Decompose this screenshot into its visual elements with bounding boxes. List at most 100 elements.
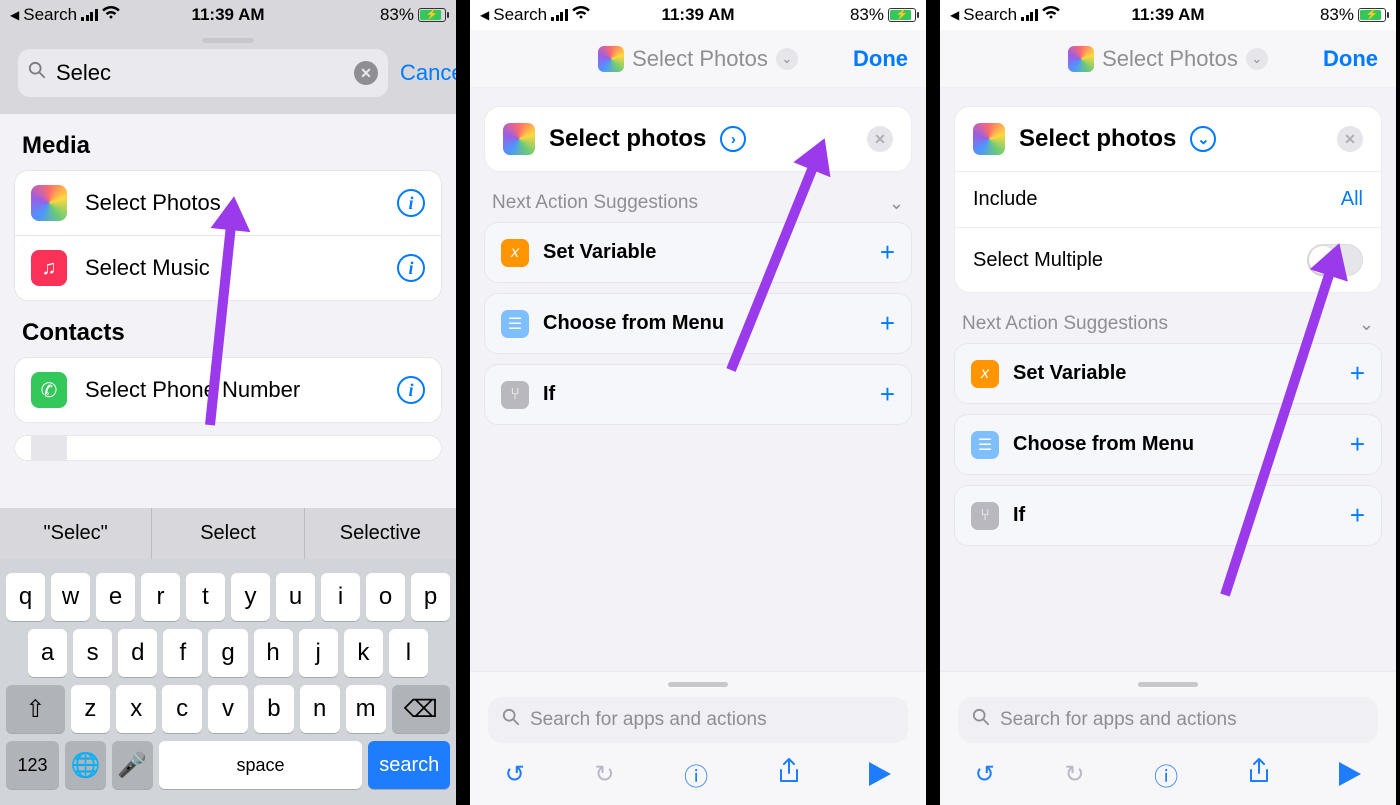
photos-app-icon <box>1068 46 1094 72</box>
key-y[interactable]: y <box>231 573 270 621</box>
add-icon[interactable]: + <box>880 308 895 339</box>
emoji-key[interactable]: 🌐 <box>65 741 106 789</box>
action-block-select-photos[interactable]: Select photos › ✕ <box>485 107 911 171</box>
key-p[interactable]: p <box>411 573 450 621</box>
done-button[interactable]: Done <box>1323 46 1378 72</box>
remove-action-icon[interactable]: ✕ <box>1337 126 1363 152</box>
key-b[interactable]: b <box>254 685 294 733</box>
info-icon[interactable]: i <box>397 376 425 404</box>
backspace-key[interactable]: ⌫ <box>392 685 451 733</box>
next-action-suggestions-header[interactable]: Next Action Suggestions ⌄ <box>484 192 912 222</box>
key-i[interactable]: i <box>321 573 360 621</box>
dictation-key[interactable]: 🎤 <box>112 741 153 789</box>
back-triangle-icon[interactable]: ◀ <box>10 8 19 22</box>
option-select-multiple[interactable]: Select Multiple <box>955 227 1381 292</box>
key-m[interactable]: m <box>346 685 386 733</box>
result-select-music[interactable]: ♫ Select Music i <box>15 235 441 300</box>
suggestion-choose-from-menu[interactable]: ☰ Choose from Menu + <box>954 414 1382 475</box>
kb-suggestion[interactable]: "Selec" <box>0 508 152 559</box>
shortcut-title[interactable]: Select Photos ⌄ <box>598 46 798 72</box>
key-h[interactable]: h <box>254 629 293 677</box>
status-bar: ◀ Search 11:39 AM 83% ⚡ <box>940 0 1396 30</box>
key-s[interactable]: s <box>73 629 112 677</box>
key-f[interactable]: f <box>163 629 202 677</box>
result-select-photos[interactable]: Select Photos i <box>15 171 441 235</box>
action-block-select-photos[interactable]: Select photos ⌄ ✕ <box>955 107 1381 171</box>
key-l[interactable]: l <box>389 629 428 677</box>
chevron-down-icon[interactable]: ⌄ <box>776 48 798 70</box>
collapse-action-icon[interactable]: ⌄ <box>1190 126 1216 152</box>
select-multiple-toggle[interactable] <box>1307 244 1363 276</box>
key-v[interactable]: v <box>208 685 248 733</box>
suggestion-if[interactable]: ⑂ If + <box>954 485 1382 546</box>
photos-app-icon <box>598 46 624 72</box>
key-o[interactable]: o <box>366 573 405 621</box>
space-key[interactable]: space <box>159 741 363 789</box>
shortcut-title[interactable]: Select Photos ⌄ <box>1068 46 1268 72</box>
kb-suggestion[interactable]: Select <box>152 508 304 559</box>
shift-key[interactable]: ⇧ <box>6 685 65 733</box>
cellular-icon <box>551 9 568 21</box>
key-g[interactable]: g <box>208 629 247 677</box>
key-x[interactable]: x <box>116 685 156 733</box>
key-t[interactable]: t <box>186 573 225 621</box>
back-app-label[interactable]: Search <box>963 5 1017 25</box>
sheet-grabber[interactable] <box>202 38 254 43</box>
info-button[interactable]: ⓘ <box>1154 757 1178 792</box>
key-c[interactable]: c <box>162 685 202 733</box>
info-icon[interactable]: i <box>397 189 425 217</box>
drawer-grabber[interactable] <box>1138 682 1198 687</box>
back-triangle-icon[interactable]: ◀ <box>480 8 489 22</box>
key-n[interactable]: n <box>300 685 340 733</box>
info-icon[interactable]: i <box>397 254 425 282</box>
share-button[interactable] <box>778 758 800 791</box>
suggestion-set-variable[interactable]: x Set Variable + <box>954 343 1382 404</box>
action-search-field[interactable]: ✕ <box>18 49 388 97</box>
add-icon[interactable]: + <box>1350 500 1365 531</box>
search-input[interactable] <box>54 59 346 87</box>
add-icon[interactable]: + <box>1350 358 1365 389</box>
back-app-label[interactable]: Search <box>493 5 547 25</box>
drawer-grabber[interactable] <box>668 682 728 687</box>
include-value[interactable]: All <box>1341 188 1363 211</box>
key-q[interactable]: q <box>6 573 45 621</box>
share-button[interactable] <box>1248 758 1270 791</box>
search-key[interactable]: search <box>368 741 450 789</box>
back-triangle-icon[interactable]: ◀ <box>950 8 959 22</box>
suggestion-choose-from-menu[interactable]: ☰ Choose from Menu + <box>484 293 912 354</box>
done-button[interactable]: Done <box>853 46 908 72</box>
suggestion-set-variable[interactable]: x Set Variable + <box>484 222 912 283</box>
chevron-down-icon[interactable]: ⌄ <box>1246 48 1268 70</box>
key-z[interactable]: z <box>71 685 111 733</box>
undo-button[interactable]: ↺ <box>975 760 995 789</box>
result-select-phone-number[interactable]: ✆ Select Phone Number i <box>15 358 441 422</box>
key-w[interactable]: w <box>51 573 90 621</box>
action-search-field[interactable]: Search for apps and actions <box>958 697 1378 743</box>
info-button[interactable]: ⓘ <box>684 757 708 792</box>
add-icon[interactable]: + <box>880 237 895 268</box>
back-app-label[interactable]: Search <box>23 5 77 25</box>
suggestion-if[interactable]: ⑂ If + <box>484 364 912 425</box>
run-button[interactable] <box>869 762 891 786</box>
action-search-field[interactable]: Search for apps and actions <box>488 697 908 743</box>
key-a[interactable]: a <box>28 629 67 677</box>
key-e[interactable]: e <box>96 573 135 621</box>
numbers-key[interactable]: 123 <box>6 741 59 789</box>
option-include[interactable]: Include All <box>955 171 1381 227</box>
key-k[interactable]: k <box>344 629 383 677</box>
run-button[interactable] <box>1339 762 1361 786</box>
kb-suggestion[interactable]: Selective <box>305 508 456 559</box>
expand-action-icon[interactable]: › <box>720 126 746 152</box>
cancel-button[interactable]: Cancel <box>400 60 456 86</box>
remove-action-icon[interactable]: ✕ <box>867 126 893 152</box>
key-u[interactable]: u <box>276 573 315 621</box>
add-icon[interactable]: + <box>880 379 895 410</box>
results-scroll[interactable]: Media Select Photos i ♫ Select Music i C… <box>0 114 456 508</box>
undo-button[interactable]: ↺ <box>505 760 525 789</box>
key-j[interactable]: j <box>299 629 338 677</box>
clear-search-icon[interactable]: ✕ <box>354 61 378 85</box>
key-d[interactable]: d <box>118 629 157 677</box>
add-icon[interactable]: + <box>1350 429 1365 460</box>
next-action-suggestions-header[interactable]: Next Action Suggestions ⌄ <box>954 313 1382 343</box>
key-r[interactable]: r <box>141 573 180 621</box>
